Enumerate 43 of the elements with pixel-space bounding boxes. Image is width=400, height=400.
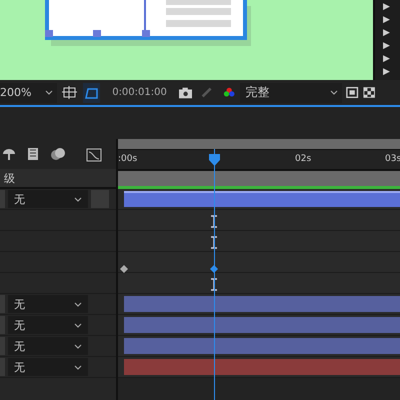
chevron-down-icon bbox=[74, 322, 82, 328]
panel-expand-item[interactable]: ▶ bbox=[375, 53, 400, 66]
panel-expand-item[interactable]: ▶ bbox=[375, 40, 400, 53]
layer-label-swatch bbox=[0, 316, 5, 334]
hold-keyframe-icon[interactable] bbox=[210, 278, 218, 291]
column-header[interactable]: 级 bbox=[4, 170, 15, 186]
hold-keyframe-icon[interactable] bbox=[210, 236, 218, 249]
playhead-marker-icon[interactable] bbox=[209, 154, 220, 166]
parent-dropdown[interactable]: 无 bbox=[8, 337, 88, 355]
region-grid-icon[interactable] bbox=[62, 84, 78, 100]
region-of-interest-icon[interactable] bbox=[346, 86, 359, 99]
graph-editor-icon[interactable] bbox=[86, 146, 102, 162]
panel-expand-item[interactable]: ▶ bbox=[375, 1, 400, 14]
work-area-bar[interactable] bbox=[118, 139, 400, 150]
timecode-text[interactable]: 0:00:01:00 bbox=[104, 87, 175, 98]
parent-dropdown[interactable]: 无 bbox=[8, 295, 88, 313]
chevron-down-icon bbox=[74, 344, 82, 348]
color-channels-icon[interactable] bbox=[223, 86, 236, 100]
film-frames-icon[interactable] bbox=[26, 147, 40, 161]
panel-expand-item[interactable]: ▶ bbox=[375, 27, 400, 40]
layer-label-swatch bbox=[0, 295, 5, 313]
panel-expand-item[interactable]: ▶ bbox=[375, 14, 400, 27]
layer-label-swatch bbox=[0, 190, 5, 208]
motion-blur-circles-icon[interactable] bbox=[50, 147, 66, 161]
panel-expand-item[interactable]: ▶ bbox=[375, 66, 400, 79]
layer-label-swatch bbox=[0, 337, 5, 355]
resolution-dropdown[interactable]: 完整 bbox=[240, 82, 342, 102]
mask-path-icon bbox=[84, 86, 99, 100]
chevron-down-icon bbox=[330, 90, 338, 95]
chevron-down-icon bbox=[74, 196, 82, 202]
lamp-icon[interactable] bbox=[2, 148, 16, 160]
zoom-dropdown[interactable]: 200% bbox=[0, 82, 57, 102]
chevron-down-icon bbox=[44, 90, 53, 95]
parent-dropdown[interactable]: 无 bbox=[8, 190, 88, 208]
parent-dropdown[interactable]: 无 bbox=[8, 316, 88, 334]
hold-keyframe-icon[interactable] bbox=[210, 215, 218, 228]
chevron-down-icon bbox=[74, 302, 82, 306]
parent-dropdown[interactable]: 无 bbox=[8, 358, 88, 376]
camera-icon[interactable] bbox=[178, 86, 192, 98]
transparency-grid-icon[interactable] bbox=[362, 86, 375, 99]
chevron-down-icon bbox=[74, 364, 82, 370]
layer-label-swatch bbox=[0, 358, 5, 376]
mask-toggle-button[interactable] bbox=[82, 82, 100, 102]
